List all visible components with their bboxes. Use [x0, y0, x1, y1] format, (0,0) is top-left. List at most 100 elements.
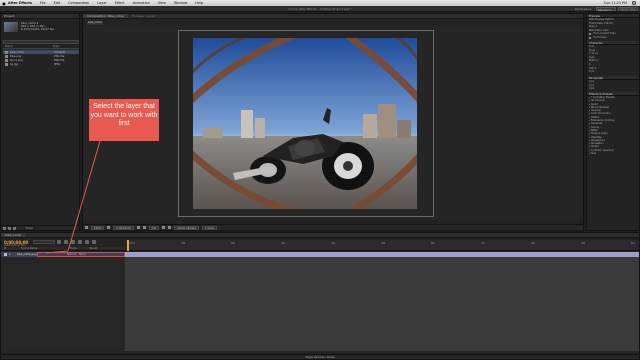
- project-search-input[interactable]: [3, 40, 79, 44]
- ruler-tick: 05s: [381, 242, 385, 245]
- motorcycle-scene-art: [193, 38, 417, 209]
- safe-zones-icon[interactable]: [107, 226, 111, 229]
- ruler-tick: 01s: [181, 242, 186, 245]
- project-item[interactable]: bg.jpg JPEG: [3, 62, 79, 66]
- project-item[interactable]: bike_comp Composi...: [3, 50, 79, 54]
- tab-timeline-comp[interactable]: bike_comp: [1, 233, 26, 237]
- motion-blur-icon[interactable]: [85, 240, 89, 244]
- timeline-track-area[interactable]: [125, 257, 639, 351]
- timeline-panel: bike_comp 0;00;00;00 00000 (29.97 fps) #…: [0, 232, 640, 360]
- ruler-tick: 06s: [431, 242, 435, 245]
- bit-depth[interactable]: 8 bpc: [26, 227, 33, 230]
- menu-composition[interactable]: Composition: [68, 1, 89, 5]
- graph-editor-icon[interactable]: [92, 240, 96, 244]
- composition-tabs: Composition: bike_comp Footage: (none): [83, 14, 583, 19]
- timeline-footer: Toggle Switches / Modes: [1, 354, 639, 359]
- interpret-footage-icon[interactable]: [3, 226, 6, 230]
- menu-window[interactable]: Window: [174, 1, 187, 5]
- window-title: Adobe After Effects - Untitled Project.a…: [288, 7, 352, 11]
- col-parent[interactable]: Parent: [87, 247, 98, 250]
- annotation-callout: Select the layer that you want to work w…: [89, 99, 159, 141]
- zoom-select[interactable]: 100%: [91, 225, 105, 230]
- new-comp-icon[interactable]: [13, 226, 16, 230]
- timeline-tabs: bike_comp: [1, 233, 639, 238]
- new-folder-icon[interactable]: [8, 226, 11, 230]
- project-thumbnail: [4, 22, 18, 32]
- menu-edit[interactable]: Edit: [54, 1, 61, 5]
- view-layout-select[interactable]: 1 View: [202, 225, 217, 230]
- effects-list: * Animation Presets 3D Channel Audio Blu…: [587, 96, 639, 155]
- frame-blending-icon[interactable]: [78, 240, 82, 244]
- menu-animation[interactable]: Animation: [133, 1, 150, 5]
- item-name: fence.png: [10, 58, 23, 62]
- project-list: bike_comp Composi... Bike.png PNG file fen…: [3, 50, 79, 66]
- menu-effect[interactable]: Effect: [115, 1, 125, 5]
- comp-breadcrumb[interactable]: bike_comp: [87, 21, 103, 25]
- composition-controls: 100% 0;00;00;00 Full Active Camera 1 Vie…: [83, 224, 583, 230]
- current-time-indicator[interactable]: [127, 240, 129, 251]
- timeline-search-input[interactable]: [33, 240, 55, 244]
- apple-icon[interactable]: ●: [0, 1, 8, 6]
- eye-icon[interactable]: [4, 253, 7, 256]
- motorcycle-image: [193, 38, 417, 209]
- checkbox[interactable]: [589, 36, 592, 39]
- workspace-select[interactable]: Standard: [596, 7, 616, 12]
- item-name: bg.jpg: [10, 62, 19, 66]
- character-row[interactable]: 0 px: [587, 70, 639, 74]
- effect-category[interactable]: Text: [587, 152, 639, 155]
- project-info: bike_comp ▾ 640 x 360 (1.00) Δ 0;00;10;0…: [21, 21, 54, 32]
- checkbox-label: Full Screen: [593, 35, 607, 39]
- item-type: PNG file: [54, 54, 65, 58]
- comp-mini-flowchart-icon[interactable]: [57, 240, 61, 244]
- toggle-switches-modes[interactable]: Toggle Switches / Modes: [305, 356, 334, 359]
- preview-panel: Preview RAM Preview Options Frame Rate: …: [587, 14, 639, 40]
- column-name[interactable]: Name: [3, 45, 53, 48]
- spotlight-icon[interactable]: [632, 1, 636, 5]
- layer-list-empty: [1, 257, 125, 351]
- camera-select[interactable]: Active Camera: [174, 225, 200, 230]
- col-source-name[interactable]: Source Name: [18, 247, 37, 250]
- region-of-interest-icon[interactable]: [162, 226, 166, 229]
- hide-shy-icon[interactable]: [71, 240, 75, 244]
- project-panel: Project bike_comp ▾ 640 x 360 (1.00) Δ 0…: [0, 13, 80, 231]
- resolution-select[interactable]: Full: [148, 225, 160, 230]
- project-columns: Name Type: [3, 45, 79, 49]
- transparency-grid-icon[interactable]: [168, 226, 172, 229]
- col-mode[interactable]: Mode: [67, 247, 77, 250]
- current-time[interactable]: 0;00;00;00: [113, 225, 134, 230]
- menu-help[interactable]: Help: [195, 1, 203, 5]
- ruler-tick: 08s: [531, 242, 535, 245]
- ruler-ticks: 0:00s 01s 02s 03s 04s 05s 06s 07s 08s 09…: [125, 242, 639, 245]
- tab-footage[interactable]: Footage: (none): [128, 14, 160, 18]
- item-type: PNG file: [54, 58, 65, 62]
- paragraph-row[interactable]: 0 px: [587, 87, 639, 91]
- project-footer: 8 bpc: [1, 225, 79, 230]
- item-name: bike_comp: [10, 50, 24, 54]
- file-icon: [5, 62, 8, 66]
- column-type[interactable]: Type: [53, 45, 59, 48]
- ruler-tick: 09s: [580, 242, 585, 245]
- time-ruler[interactable]: 0:00s 01s 02s 03s 04s 05s 06s 07s 08s 09…: [125, 240, 639, 251]
- menu-view[interactable]: View: [158, 1, 166, 5]
- snapshot-icon[interactable]: [136, 226, 140, 229]
- always-preview-icon[interactable]: [85, 226, 88, 229]
- project-tab[interactable]: Project: [1, 14, 79, 19]
- draft-3d-icon[interactable]: [64, 240, 68, 244]
- file-icon: [5, 58, 8, 62]
- composition-icon: [5, 50, 8, 54]
- ruler-tick: 07s: [481, 242, 485, 245]
- tab-composition[interactable]: Composition: bike_comp: [83, 14, 128, 18]
- right-panels: Preview RAM Preview Options Frame Rate: …: [586, 13, 640, 231]
- ruler-tick: 10s: [630, 242, 635, 245]
- menu-file[interactable]: File: [40, 1, 46, 5]
- checkbox[interactable]: [589, 32, 592, 36]
- channel-icon[interactable]: [142, 226, 146, 229]
- ruler-tick: 02s: [231, 242, 236, 245]
- ruler-tick: 0:00s: [129, 242, 136, 245]
- workspace-label: Workspace:: [574, 7, 592, 11]
- menu-app[interactable]: After Effects: [8, 1, 32, 5]
- preview-checkbox-row[interactable]: Full Screen: [587, 36, 639, 40]
- help-search-input[interactable]: Search Help: [618, 7, 638, 11]
- menu-layer[interactable]: Layer: [97, 1, 106, 5]
- effects-panel: Effects & Presets * Animation Presets 3D…: [587, 92, 639, 155]
